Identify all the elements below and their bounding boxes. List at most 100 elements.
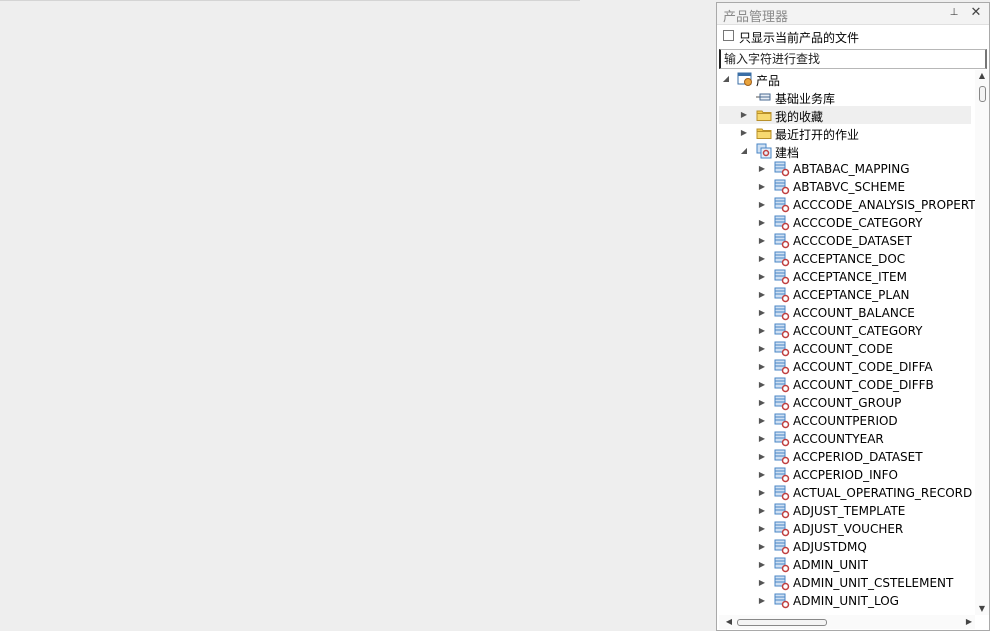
tree-node-label: ACCCODE_ANALYSIS_PROPERTY [793,198,975,212]
vertical-scrollbar[interactable]: ▲ ▼ [975,70,989,615]
tree-node-table[interactable]: ▶ ADMIN_UNIT_CSTELEMENT [719,574,971,592]
scroll-left-icon[interactable]: ◀ [723,615,735,629]
collapsed-arrow-icon[interactable]: ▶ [757,196,767,214]
collapsed-arrow-icon[interactable]: ▶ [757,520,767,538]
entity-icon [774,215,790,231]
tree-node-table[interactable]: ▶ ACCCODE_ANALYSIS_PROPERTY [719,196,975,214]
tree-node[interactable]: ▶ 我的收藏 [719,106,971,124]
expanded-arrow-icon[interactable]: ◢ [721,70,731,88]
tree-node-label: ACCOUNT_CODE_DIFFA [793,360,933,374]
tree-node-root[interactable]: ◢ 产品 [719,70,971,88]
collapsed-arrow-icon[interactable]: ▶ [757,286,767,304]
tree-node-table[interactable]: ▶ ACCOUNTYEAR [719,430,971,448]
collapsed-arrow-icon[interactable]: ▶ [757,304,767,322]
tree-node-label: ABTABVC_SCHEME [793,180,906,194]
collapsed-arrow-icon[interactable]: ▶ [757,556,767,574]
tree-node-table[interactable]: ▶ ADMIN_UNIT_LOG [719,592,971,610]
tree-node-label: ADJUST_TEMPLATE [793,504,906,518]
tree-node-table[interactable]: ▶ ACCPERIOD_INFO [719,466,971,484]
entity-icon [774,575,790,591]
collapsed-arrow-icon[interactable]: ▶ [757,376,767,394]
entity-icon [774,485,790,501]
tree-node-table[interactable]: ▶ ADJUST_TEMPLATE [719,502,971,520]
filter-option[interactable]: 只显示当前产品的文件 [721,27,987,47]
collapsed-arrow-icon[interactable]: ▶ [757,322,767,340]
collapsed-arrow-icon[interactable]: ▶ [757,160,767,178]
scroll-right-icon[interactable]: ▶ [963,615,975,629]
tree-node-table[interactable]: ▶ ACCEPTANCE_DOC [719,250,971,268]
tree-node-table[interactable]: ▶ ACCOUNT_CODE [719,340,971,358]
tree-node-label: ACCEPTANCE_ITEM [793,270,907,284]
collapsed-arrow-icon[interactable]: ▶ [757,466,767,484]
tree-node-label: ADMIN_UNIT_CSTELEMENT [793,576,954,590]
tree-node-table[interactable]: ▶ ACCPERIOD_DATASET [719,448,971,466]
tree-node-table[interactable]: ▶ ACCCODE_DATASET [719,232,971,250]
tree-node[interactable]: ◢ 建档 [719,142,971,160]
collapsed-arrow-icon[interactable]: ▶ [739,106,749,124]
collapsed-arrow-icon[interactable]: ▶ [757,448,767,466]
collapsed-arrow-icon[interactable]: ▶ [757,214,767,232]
collapsed-arrow-icon[interactable]: ▶ [757,232,767,250]
entity-icon [774,323,790,339]
tree-node-table[interactable]: ▶ ACCEPTANCE_PLAN [719,286,971,304]
tree-node-table[interactable]: ▶ ACCOUNT_GROUP [719,394,971,412]
scroll-up-icon[interactable]: ▲ [975,70,989,82]
tree-node-table[interactable]: ▶ ADJUST_VOUCHER [719,520,971,538]
entity-icon [774,521,790,537]
filter-checkbox[interactable] [723,30,734,41]
expanded-arrow-icon[interactable]: ◢ [739,142,749,160]
collapsed-arrow-icon[interactable]: ▶ [757,484,767,502]
tree-node-table[interactable]: ▶ ACCOUNT_BALANCE [719,304,971,322]
collapsed-arrow-icon[interactable]: ▶ [757,574,767,592]
entity-icon [774,251,790,267]
filter-checkbox-label[interactable]: 只显示当前产品的文件 [739,29,859,46]
tree-node-label: ADMIN_UNIT [793,558,868,572]
collapsed-arrow-icon[interactable]: ▶ [757,430,767,448]
top-divider [0,0,580,1]
collapsed-arrow-icon[interactable]: ▶ [757,538,767,556]
module-icon [756,143,772,159]
collapsed-arrow-icon[interactable]: ▶ [757,250,767,268]
tree-node-label: ACCOUNT_GROUP [793,396,902,410]
collapsed-arrow-icon[interactable]: ▶ [757,268,767,286]
tree-node-label: ACCCODE_DATASET [793,234,912,248]
collapsed-arrow-icon[interactable]: ▶ [757,340,767,358]
tree-node-table[interactable]: ▶ ADJUSTDMQ [719,538,971,556]
scroll-down-icon[interactable]: ▼ [975,603,989,615]
panel-header: 产品管理器 ⊥ ✕ [717,3,989,25]
tree-node-table[interactable]: ▶ ACCOUNTPERIOD [719,412,971,430]
collapsed-arrow-icon[interactable]: ▶ [757,412,767,430]
tree-node-table[interactable]: ▶ ACCOUNT_CATEGORY [719,322,971,340]
tree-node-table[interactable]: ▶ ACCCODE_CATEGORY [719,214,971,232]
vertical-scroll-thumb[interactable] [979,86,986,102]
tree-node[interactable]: 基础业务库 [719,88,971,106]
search-input[interactable] [719,49,987,69]
collapsed-arrow-icon[interactable]: ▶ [757,178,767,196]
collapsed-arrow-icon[interactable]: ▶ [757,394,767,412]
collapsed-arrow-icon[interactable]: ▶ [757,592,767,610]
entity-icon [774,197,790,213]
tree-node-table[interactable]: ▶ ACTUAL_OPERATING_RECORD [719,484,972,502]
close-icon[interactable]: ✕ [969,6,983,20]
tree-node-label: ADJUSTDMQ [793,540,867,554]
tree-node-table[interactable]: ▶ ABTABVC_SCHEME [719,178,971,196]
horizontal-scrollbar[interactable]: ◀ ▶ [719,615,975,629]
tree-node-label: 最近打开的作业 [775,128,860,142]
tree-node-table[interactable]: ▶ ABTABAC_MAPPING [719,160,971,178]
tree-node-label: 我的收藏 [775,110,824,124]
tree-node-table[interactable]: ▶ ADMIN_UNIT [719,556,971,574]
tree-node-label: ACCPERIOD_INFO [793,468,898,482]
folder-icon [756,107,772,123]
horizontal-scroll-thumb[interactable] [737,619,827,626]
entity-icon [774,305,790,321]
pin-icon[interactable]: ⊥ [947,6,961,20]
tree-node-table[interactable]: ▶ ACCOUNT_CODE_DIFFB [719,376,971,394]
tree-node-table[interactable]: ▶ ACCEPTANCE_ITEM [719,268,971,286]
tree-node-table[interactable]: ▶ ACCOUNT_CODE_DIFFA [719,358,971,376]
collapsed-arrow-icon[interactable]: ▶ [757,358,767,376]
entity-icon [774,179,790,195]
tree-node[interactable]: ▶ 最近打开的作业 [719,124,971,142]
collapsed-arrow-icon[interactable]: ▶ [757,502,767,520]
collapsed-arrow-icon[interactable]: ▶ [739,124,749,142]
entity-icon [774,161,790,177]
